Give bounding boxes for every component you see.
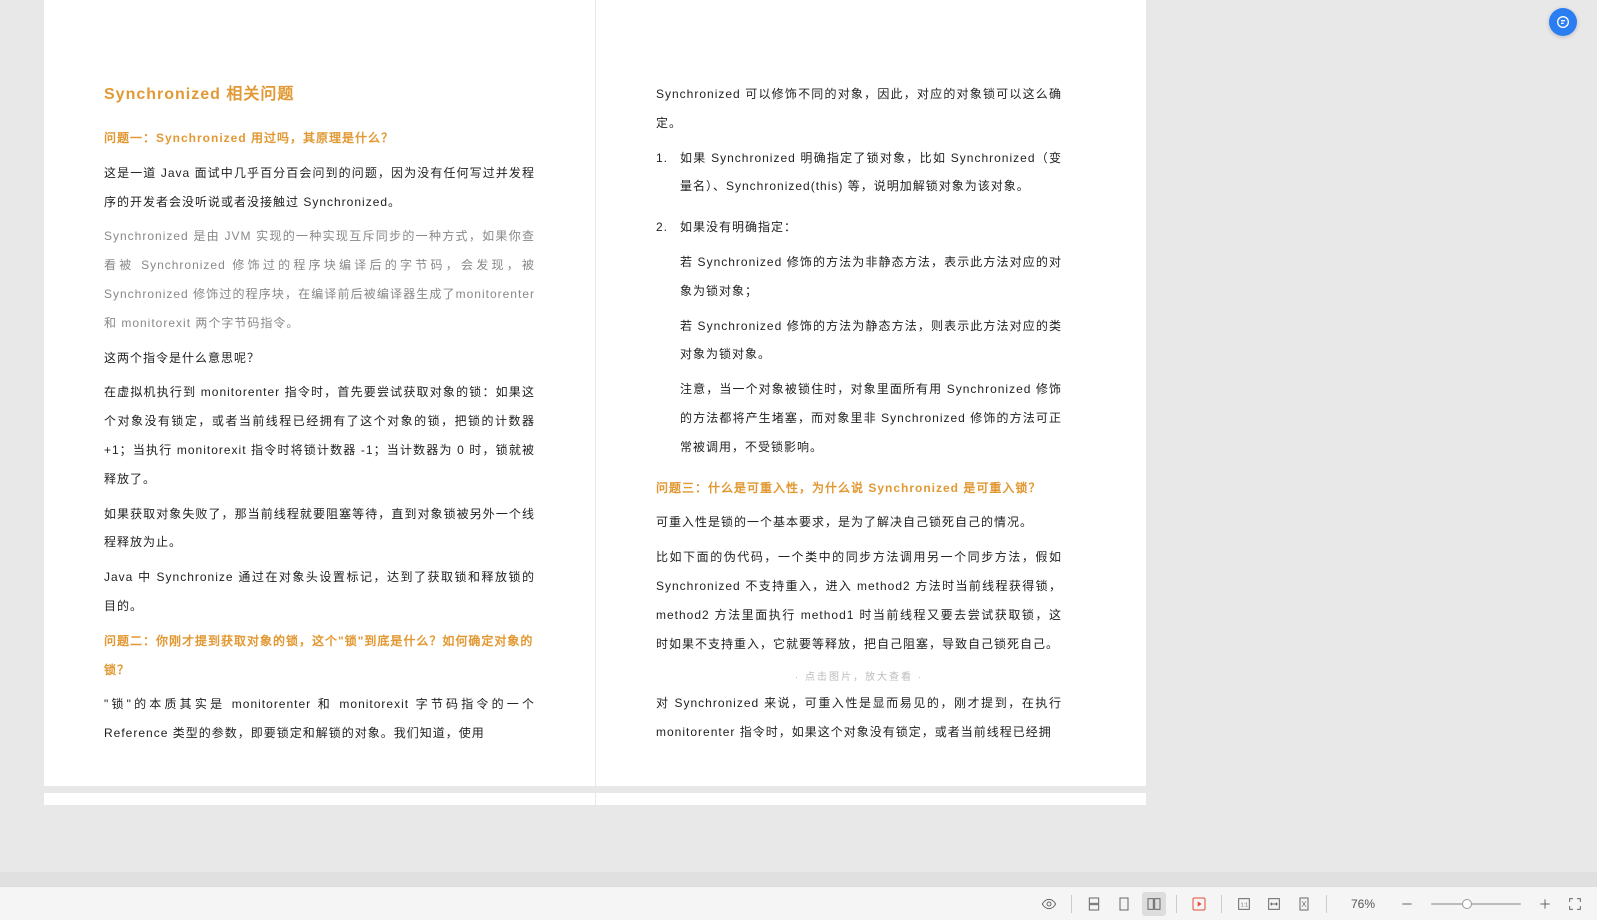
list-sub: 若 Synchronized 修饰的方法为静态方法，则表示此方法对应的类对象为锁…	[680, 312, 1062, 370]
document-viewport[interactable]: Synchronized 相关问题 问题一：Synchronized 用过吗，其…	[0, 0, 1597, 805]
list-item: 2. 如果没有明确指定： 若 Synchronized 修饰的方法为非静态方法，…	[656, 213, 1062, 467]
page-stub-right	[595, 793, 1146, 805]
zoom-level-label: 76%	[1345, 897, 1381, 911]
paragraph: 可重入性是锁的一个基本要求，是为了解决自己锁死自己的情况。	[656, 508, 1062, 537]
paragraph: 这是一道 Java 面试中几乎百分百会问到的问题，因为没有任何写过并发程序的开发…	[104, 159, 535, 217]
next-spread-peek	[44, 793, 1146, 805]
page-right: Synchronized 可以修饰不同的对象，因此，对应的对象锁可以这么确定。 …	[595, 0, 1146, 786]
divider	[1176, 895, 1177, 913]
view-mode-group: 1:1 76%	[1037, 892, 1587, 916]
fullscreen-icon[interactable]	[1563, 892, 1587, 916]
question-2: 问题二：你刚才提到获取对象的锁，这个"锁"到底是什么？如何确定对象的锁？	[104, 627, 535, 685]
list-item: 1. 如果 Synchronized 明确指定了锁对象，比如 Synchroni…	[656, 144, 1062, 208]
actual-size-icon[interactable]: 1:1	[1232, 892, 1256, 916]
horizontal-scrollbar-track[interactable]	[0, 872, 1597, 886]
assistant-float-button[interactable]	[1549, 8, 1577, 36]
list-body: 如果没有明确指定：	[680, 213, 1062, 242]
paragraph: Synchronized 可以修饰不同的对象，因此，对应的对象锁可以这么确定。	[656, 80, 1062, 138]
page-left: Synchronized 相关问题 问题一：Synchronized 用过吗，其…	[44, 0, 595, 786]
list-sub: 注意，当一个对象被锁住时，对象里面所有用 Synchronized 修饰的方法都…	[680, 375, 1062, 461]
question-1: 问题一：Synchronized 用过吗，其原理是什么？	[104, 124, 535, 153]
divider	[1221, 895, 1222, 913]
paragraph: 对 Synchronized 来说，可重入性是显而易见的，刚才提到，在执行mon…	[656, 689, 1062, 747]
image-note: · 点击图片，放大查看 ·	[656, 668, 1062, 683]
list-number: 2.	[656, 213, 670, 467]
zoom-out-button[interactable]	[1395, 892, 1419, 916]
list-sub: 若 Synchronized 修饰的方法为非静态方法，表示此方法对应的对象为锁对…	[680, 248, 1062, 306]
paragraph: Java 中 Synchronize 通过在对象头设置标记，达到了获取锁和释放锁…	[104, 563, 535, 621]
paragraph: 比如下面的伪代码，一个类中的同步方法调用另一个同步方法，假如Synchroniz…	[656, 543, 1062, 658]
paragraph: 在虚拟机执行到 monitorenter 指令时，首先要尝试获取对象的锁：如果这…	[104, 378, 535, 493]
list-number: 1.	[656, 144, 670, 208]
section-title: Synchronized 相关问题	[104, 80, 535, 104]
zoom-slider-thumb[interactable]	[1462, 899, 1472, 909]
play-icon[interactable]	[1187, 892, 1211, 916]
divider	[1071, 895, 1072, 913]
continuous-view-icon[interactable]	[1082, 892, 1106, 916]
paragraph: 如果获取对象失败了，那当前线程就要阻塞等待，直到对象锁被另外一个线程释放为止。	[104, 500, 535, 558]
paragraph: Synchronized 是由 JVM 实现的一种实现互斥同步的一种方式，如果你…	[104, 222, 535, 337]
bottom-toolbar: 1:1 76%	[0, 886, 1597, 920]
zoom-slider[interactable]	[1431, 903, 1521, 905]
paragraph: 这两个指令是什么意思呢？	[104, 344, 535, 373]
fit-page-icon[interactable]	[1292, 892, 1316, 916]
zoom-in-button[interactable]	[1533, 892, 1557, 916]
divider	[1326, 895, 1327, 913]
page-spread: Synchronized 相关问题 问题一：Synchronized 用过吗，其…	[44, 0, 1146, 786]
page-stub-left	[44, 793, 595, 805]
two-page-icon[interactable]	[1142, 892, 1166, 916]
question-3: 问题三：什么是可重入性，为什么说 Synchronized 是可重入锁？	[656, 474, 1062, 503]
single-page-icon[interactable]	[1112, 892, 1136, 916]
svg-text:1:1: 1:1	[1241, 902, 1248, 908]
eye-icon[interactable]	[1037, 892, 1061, 916]
list-body: 如果 Synchronized 明确指定了锁对象，比如 Synchronized…	[680, 144, 1062, 202]
fit-width-icon[interactable]	[1262, 892, 1286, 916]
paragraph: "锁"的本质其实是 monitorenter 和 monitorexit 字节码…	[104, 690, 535, 748]
